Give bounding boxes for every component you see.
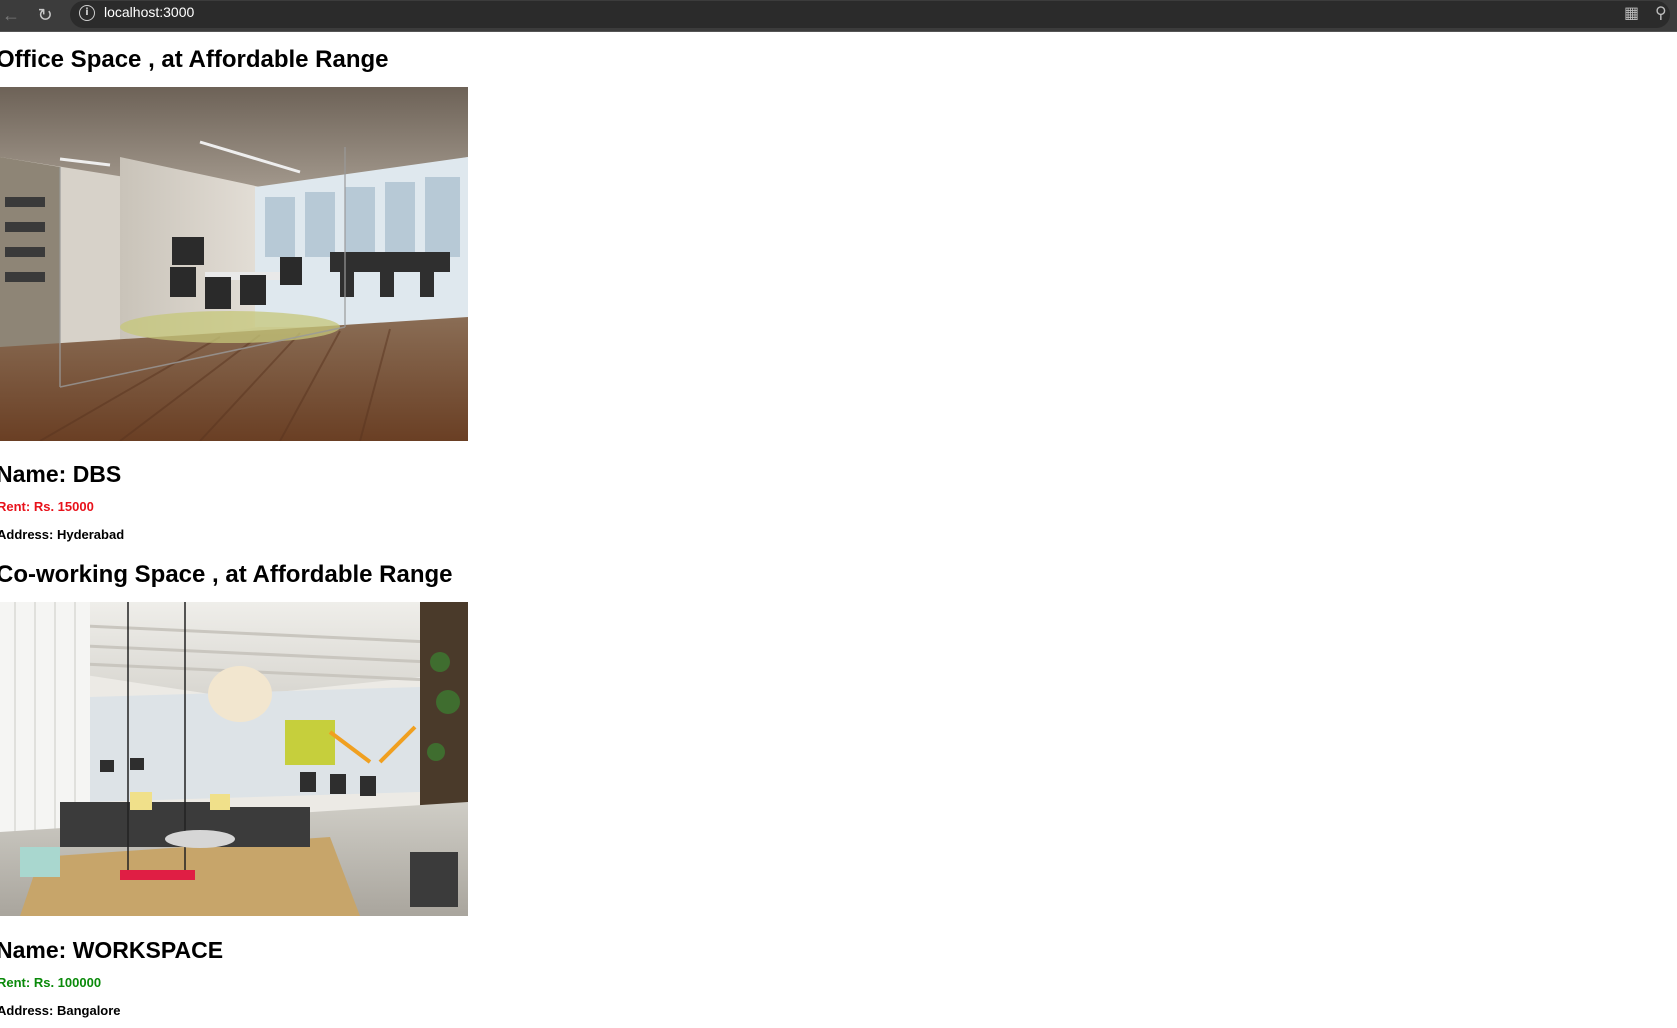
listing-heading: Co-working Space , at Affordable Range — [0, 561, 453, 588]
listing-name: Name: WORKSPACE — [0, 937, 224, 963]
listing-rent: Rent: Rs. 15000 — [0, 499, 94, 514]
office-interior-photo — [0, 87, 468, 441]
listing-card-office: Office Space , at Affordable Range Name:… — [0, 45, 468, 543]
listing-name: Name: DBS — [0, 461, 122, 487]
url-text[interactable]: localhost:3000 — [104, 4, 194, 20]
office-photo-svg — [0, 87, 468, 441]
listing-rent: Rent: Rs. 100000 — [0, 975, 102, 990]
zoom-icon[interactable]: ⚲ — [1655, 3, 1667, 22]
coworking-interior-photo — [0, 602, 468, 916]
listing-address: Address: Bangalore — [0, 1003, 121, 1018]
listing-heading: Office Space , at Affordable Range — [0, 46, 389, 73]
reload-icon[interactable]: ↻ — [32, 2, 58, 28]
address-bar[interactable] — [70, 1, 1670, 28]
apps-icon[interactable]: ▦ — [1624, 3, 1639, 22]
browser-toolbar: ← ↻ i localhost:3000 ▦ ⚲ — [0, 0, 1677, 32]
info-icon[interactable]: i — [79, 5, 95, 21]
back-arrow-icon[interactable]: ← — [0, 2, 24, 28]
listing-address: Address: Hyderabad — [0, 527, 125, 542]
listing-card-coworking: Co-working Space , at Affordable Range N… — [0, 560, 468, 1019]
coworking-photo-svg — [0, 602, 468, 916]
